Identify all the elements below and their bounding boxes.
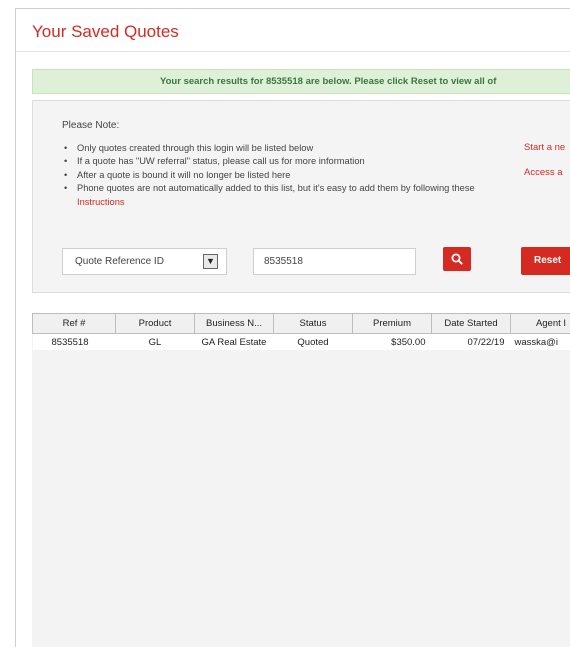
- column-header-agent[interactable]: Agent I: [510, 313, 570, 334]
- note-item: • Only quotes created through this login …: [60, 142, 515, 155]
- note-item: • After a quote is bound it will no longe…: [60, 169, 515, 182]
- bullet-icon: •: [64, 156, 68, 167]
- search-input[interactable]: [253, 248, 416, 275]
- note-item: • If a quote has "UW referral" status, pl…: [60, 155, 515, 168]
- title-divider: [16, 51, 570, 52]
- column-header-status[interactable]: Status: [273, 313, 353, 334]
- chevron-down-icon[interactable]: ▼: [203, 254, 218, 269]
- cell-business-name: GA Real Estate: [194, 333, 274, 350]
- reset-button[interactable]: Reset: [521, 247, 570, 275]
- cell-ref: 8535518: [32, 333, 116, 350]
- search-field-select[interactable]: Quote Reference ID ▼: [62, 248, 227, 275]
- column-header-date-started[interactable]: Date Started: [431, 313, 511, 334]
- access-link[interactable]: Access a: [524, 167, 563, 178]
- bullet-icon: •: [64, 169, 68, 180]
- cell-agent: wasska@i: [510, 333, 570, 350]
- column-header-product[interactable]: Product: [115, 313, 195, 334]
- search-field-value: Quote Reference ID: [75, 256, 164, 267]
- bullet-icon: •: [64, 183, 68, 194]
- table-header-row: Ref # Product Business N... Status Premi…: [32, 313, 570, 334]
- column-header-business-name[interactable]: Business N...: [194, 313, 274, 334]
- note-item: • Phone quotes are not automatically adde…: [64, 183, 475, 207]
- bullet-icon: •: [64, 143, 68, 153]
- notes-heading: Please Note:: [62, 120, 120, 131]
- results-table: Ref # Product Business N... Status Premi…: [32, 313, 570, 350]
- column-header-ref[interactable]: Ref #: [32, 313, 116, 334]
- start-new-quote-link[interactable]: Start a ne: [524, 142, 565, 153]
- cell-date-started: 07/22/19: [431, 333, 511, 350]
- cell-product: GL: [115, 333, 195, 350]
- page-title: Your Saved Quotes: [32, 22, 179, 41]
- column-header-premium[interactable]: Premium: [352, 313, 432, 334]
- instructions-link[interactable]: Instructions: [77, 197, 125, 207]
- search-button[interactable]: [443, 247, 471, 271]
- notes-list: • Only quotes created through this login …: [60, 142, 515, 209]
- table-row[interactable]: 8535518 GL GA Real Estate Quoted $350.00…: [32, 333, 570, 350]
- search-icon: [451, 253, 463, 265]
- cell-premium: $350.00: [352, 333, 432, 350]
- cell-status: Quoted: [273, 333, 353, 350]
- search-results-alert: Your search results for 8535518 are belo…: [32, 69, 570, 94]
- results-grid-background: [32, 313, 570, 647]
